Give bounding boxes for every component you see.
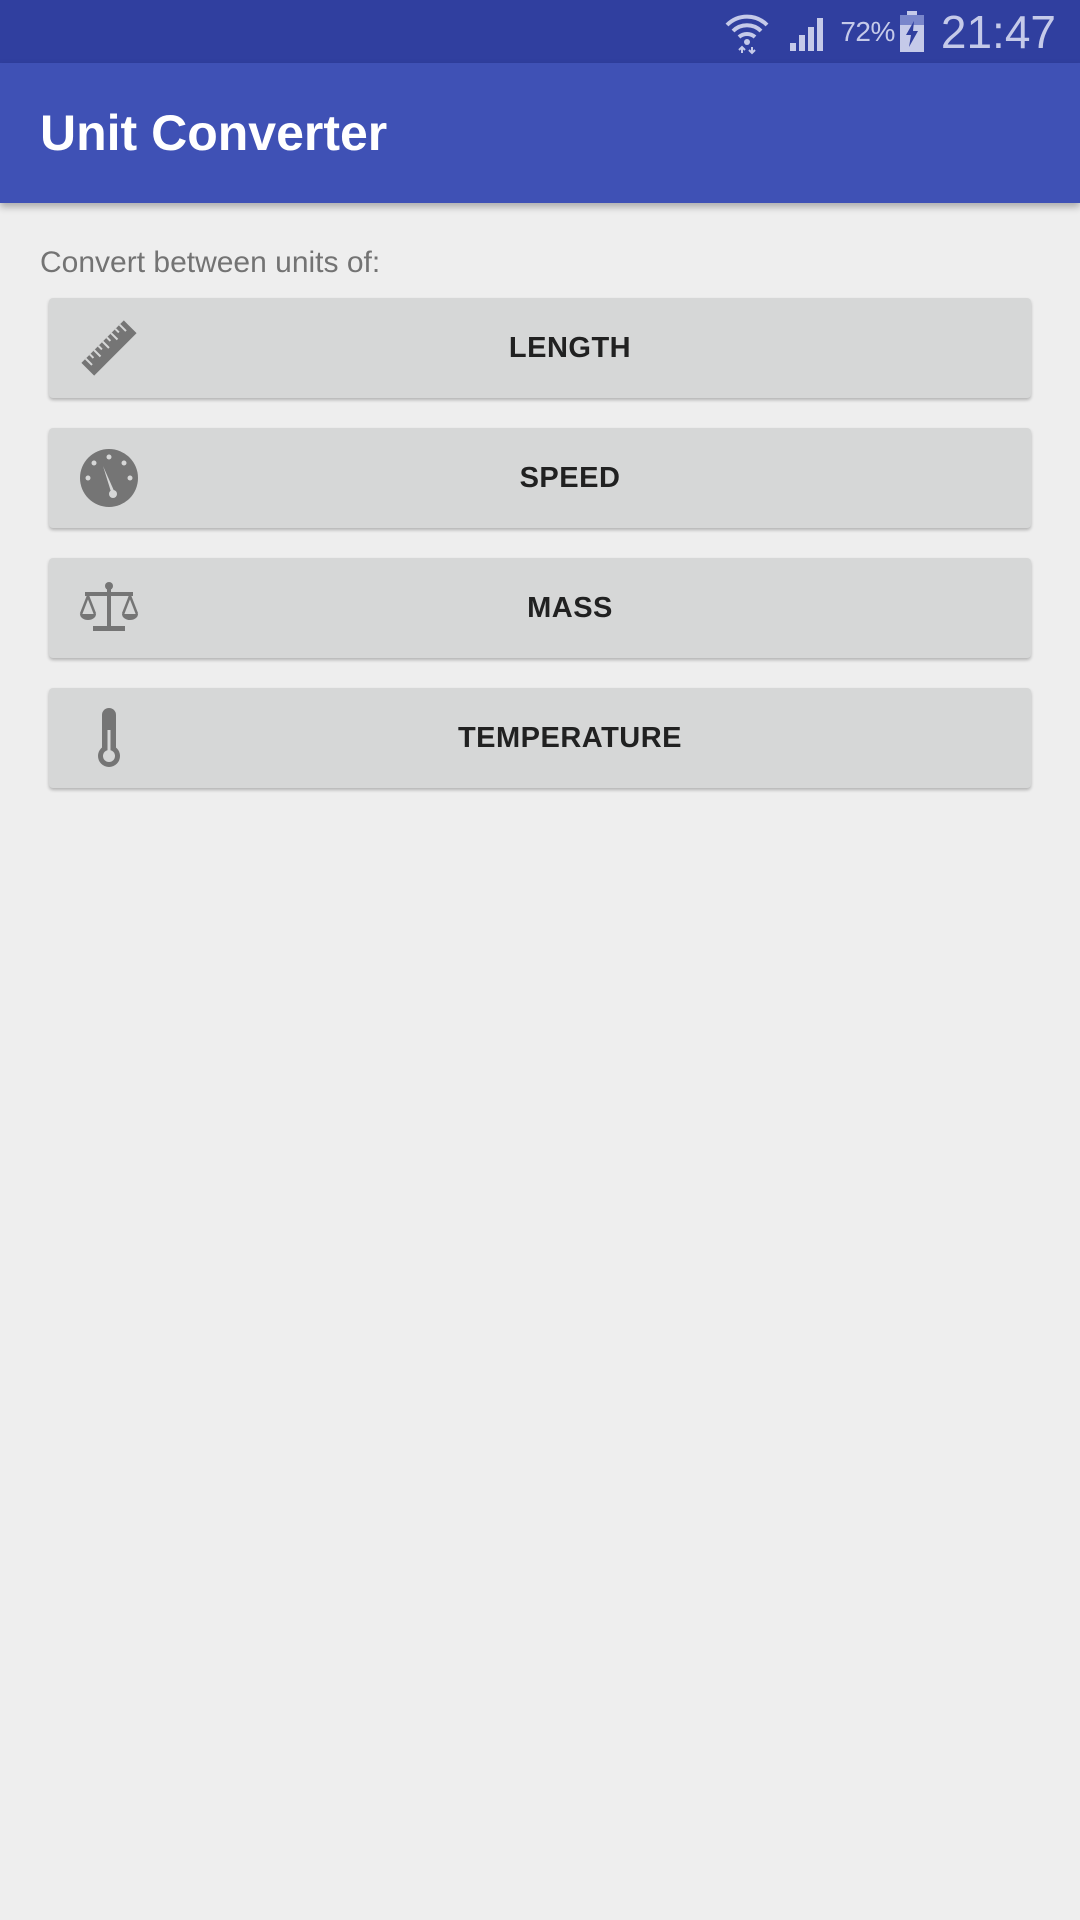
signal-icon (788, 12, 830, 52)
mass-button[interactable]: MASS (49, 558, 1031, 658)
length-button[interactable]: LENGTH (49, 298, 1031, 398)
clock: 21:47 (940, 5, 1056, 58)
speed-button[interactable]: SPEED (49, 428, 1031, 528)
wifi-icon (724, 9, 770, 55)
speed-button-label: SPEED (519, 462, 621, 494)
temperature-button[interactable]: TEMPERATURE (49, 688, 1031, 788)
length-button-label: LENGTH (508, 332, 632, 364)
battery-percent: 72% (840, 15, 895, 47)
status-icons: 72% 21:47 (724, 0, 1056, 63)
status-bar: 72% 21:47 (0, 0, 1080, 63)
mass-button-label: MASS (527, 592, 613, 624)
app-title: Unit Converter (40, 105, 388, 161)
app-bar: Unit Converter (0, 63, 1080, 203)
intro-text: Convert between units of: (40, 246, 381, 279)
battery-charging-icon (899, 10, 925, 53)
temperature-button-label: TEMPERATURE (457, 722, 683, 754)
